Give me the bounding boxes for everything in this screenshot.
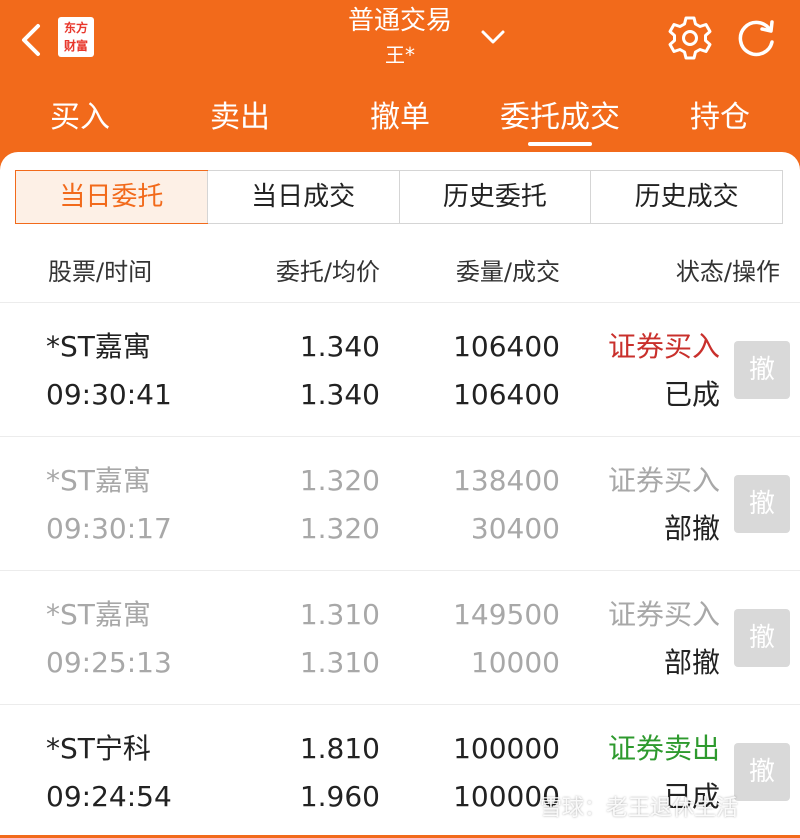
average-price: 1.340	[299, 378, 380, 411]
average-price: 1.310	[299, 646, 380, 679]
order-status: 部撤	[663, 646, 720, 679]
column-header-price: 委托/均价	[275, 258, 380, 286]
cancel-order-button[interactable]: 撤	[734, 475, 790, 533]
gear-icon[interactable]	[666, 14, 714, 62]
column-header-quantity: 委量/成交	[455, 258, 560, 286]
segment-today-orders[interactable]: 当日委托	[15, 170, 208, 224]
order-price: 1.810	[299, 732, 380, 765]
tab-cancel[interactable]: 撤单	[340, 92, 460, 148]
watermark: 雪球：老王退休生活	[540, 796, 739, 821]
orders-panel: 当日委托 当日成交 历史委托 历史成交 股票/时间 委托/均价 委量/成交 状态…	[0, 152, 800, 835]
order-type: 证券买入	[607, 330, 720, 363]
order-quantity: 100000	[453, 732, 560, 765]
stock-name: *ST嘉寓	[46, 330, 151, 363]
order-price: 1.340	[299, 330, 380, 363]
order-time: 09:25:13	[46, 646, 172, 679]
filled-quantity: 106400	[453, 378, 560, 411]
column-header-status: 状态/操作	[675, 258, 780, 286]
order-price: 1.310	[299, 598, 380, 631]
order-time: 09:24:54	[46, 780, 172, 813]
cancel-order-button[interactable]: 撤	[734, 743, 790, 801]
filled-quantity: 100000	[453, 780, 560, 813]
back-arrow-icon[interactable]	[14, 20, 50, 60]
order-time: 09:30:41	[46, 378, 172, 411]
table-row[interactable]: *ST嘉寓 09:25:13 1.310 1.310 149500 10000 …	[0, 570, 800, 704]
brand-logo: 东方 财富	[58, 17, 94, 57]
order-quantity: 138400	[453, 464, 560, 497]
active-tab-indicator	[528, 142, 592, 146]
average-price: 1.960	[299, 780, 380, 813]
segment-history-orders[interactable]: 历史委托	[398, 171, 591, 223]
page-title[interactable]: 普通交易	[300, 4, 500, 38]
order-quantity: 106400	[453, 330, 560, 363]
column-header-stock-time: 股票/时间	[48, 258, 153, 286]
segment-today-deals[interactable]: 当日成交	[206, 171, 399, 223]
stock-name: *ST嘉寓	[46, 598, 151, 631]
refresh-icon[interactable]	[732, 14, 780, 62]
order-filter-segment: 当日委托 当日成交 历史委托 历史成交	[15, 170, 783, 224]
filled-quantity: 30400	[470, 512, 560, 545]
account-name[interactable]: 王*	[300, 42, 500, 68]
app-header: 东方 财富 普通交易 王* 买入 卖出 撤单 委托成交 持仓	[0, 0, 800, 150]
order-time: 09:30:17	[46, 512, 172, 545]
order-status: 部撤	[663, 512, 720, 545]
order-type: 证券买入	[607, 598, 720, 631]
cancel-order-button[interactable]: 撤	[734, 609, 790, 667]
cancel-order-button[interactable]: 撤	[734, 341, 790, 399]
trade-tabs: 买入 卖出 撤单 委托成交 持仓	[0, 92, 800, 148]
stock-name: *ST宁科	[46, 732, 151, 765]
table-row[interactable]: *ST嘉寓 09:30:41 1.340 1.340 106400 106400…	[0, 302, 800, 436]
tab-positions[interactable]: 持仓	[660, 92, 780, 148]
order-status: 已成	[663, 378, 720, 411]
order-type: 证券买入	[607, 464, 720, 497]
chevron-down-icon[interactable]	[478, 22, 508, 52]
order-quantity: 149500	[453, 598, 560, 631]
tab-buy[interactable]: 买入	[20, 92, 140, 148]
order-type: 证券卖出	[607, 732, 720, 765]
order-price: 1.320	[299, 464, 380, 497]
tab-orders-deals[interactable]: 委托成交	[490, 92, 630, 148]
stock-name: *ST嘉寓	[46, 464, 151, 497]
segment-history-deals[interactable]: 历史成交	[590, 171, 782, 223]
filled-quantity: 10000	[470, 646, 560, 679]
table-row[interactable]: *ST嘉寓 09:30:17 1.320 1.320 138400 30400 …	[0, 436, 800, 570]
tab-sell[interactable]: 卖出	[180, 92, 300, 148]
average-price: 1.320	[299, 512, 380, 545]
